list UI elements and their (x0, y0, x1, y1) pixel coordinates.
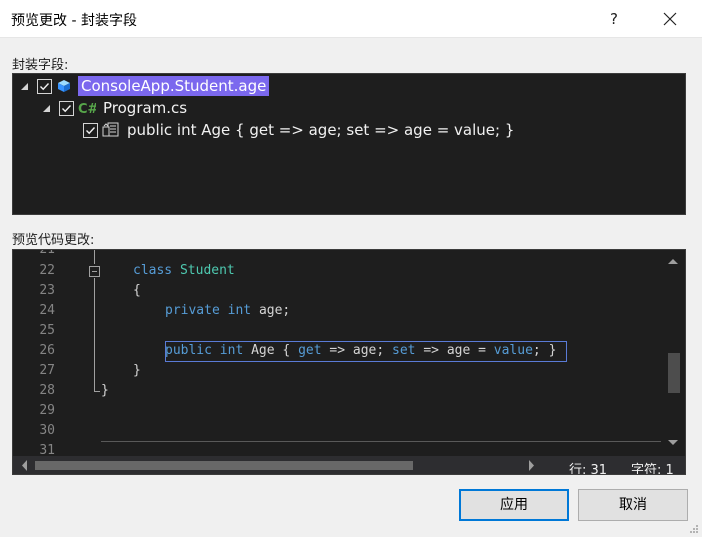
fold-guide (94, 278, 95, 378)
horizontal-scroll-thumb[interactable] (35, 461, 413, 470)
code-token: int (227, 303, 252, 318)
fold-guide-end (94, 378, 100, 392)
tree-item-field[interactable]: ConsoleApp.Student.age (19, 75, 270, 97)
line-number: 21 (39, 249, 55, 257)
close-icon (663, 12, 677, 26)
checkmark-icon (62, 104, 72, 112)
code-line-24: private int age; (165, 301, 290, 321)
horizontal-rule (101, 441, 661, 442)
csharp-file-icon: C# (78, 100, 99, 117)
help-button[interactable]: ? (596, 4, 632, 34)
scroll-left-icon[interactable] (17, 456, 31, 475)
code-token: Student (179, 263, 235, 278)
field-checkbox[interactable] (37, 78, 52, 94)
tree-item-label: ConsoleApp.Student.age (78, 76, 270, 96)
line-number: 22 (39, 263, 55, 278)
line-number: 24 (39, 303, 55, 318)
close-button[interactable] (650, 4, 690, 34)
line-number: 28 (39, 383, 55, 398)
window-title: 预览更改 - 封装字段 (11, 13, 137, 29)
code-line-22: class Student (133, 261, 235, 281)
field-cube-icon (56, 78, 74, 94)
scroll-down-icon[interactable] (661, 436, 685, 450)
char-status: 字符: 1 (631, 463, 674, 475)
line-number: 30 (39, 423, 55, 438)
scroll-up-icon[interactable] (661, 254, 685, 268)
file-checkbox[interactable] (59, 100, 74, 116)
tree-item-label: public int Age { get => age; set => age … (127, 121, 515, 139)
code-token: private (165, 303, 220, 318)
checkmark-icon (86, 126, 96, 134)
title-bar: 预览更改 - 封装字段 ? (0, 0, 702, 38)
line-number: 25 (39, 323, 55, 338)
fields-tree: ConsoleApp.Student.age C# Program.cs (12, 73, 686, 215)
code-token: class (133, 263, 173, 278)
code-preview-editor[interactable]: 21 22 23 24 25 26 27 28 29 30 31 class S… (12, 249, 686, 475)
line-number: 29 (39, 403, 55, 418)
fold-guide (94, 250, 95, 264)
tree-item-change[interactable]: public int Age { get => age; set => age … (83, 119, 517, 141)
checkmark-icon (40, 82, 50, 90)
code-line-27: } (133, 363, 141, 378)
property-change-icon (102, 122, 120, 138)
apply-button[interactable]: 应用 (459, 489, 569, 521)
svg-text:C#: C# (78, 102, 96, 116)
line-number: 27 (39, 363, 55, 378)
tree-item-file[interactable]: C# Program.cs (41, 97, 190, 119)
resize-grip-icon[interactable] (689, 524, 699, 534)
line-status: 行: 31 (569, 463, 608, 475)
collapse-icon[interactable] (89, 266, 100, 277)
vertical-scroll-thumb[interactable] (668, 353, 680, 393)
tree-item-label: Program.cs (103, 99, 188, 117)
fields-label: 封装字段: (12, 58, 69, 73)
code-line-28: } (101, 383, 109, 398)
changed-line-highlight (165, 341, 567, 362)
change-checkbox[interactable] (83, 122, 98, 138)
line-number: 26 (39, 343, 55, 358)
expand-triangle-icon[interactable] (19, 81, 29, 91)
cancel-button[interactable]: 取消 (578, 489, 688, 521)
code-token: age; (258, 303, 291, 318)
code-line-23: { (133, 283, 141, 298)
scroll-right-icon[interactable] (525, 456, 539, 475)
expand-triangle-icon[interactable] (41, 103, 51, 113)
line-number: 23 (39, 283, 55, 298)
preview-label: 预览代码更改: (12, 233, 95, 248)
